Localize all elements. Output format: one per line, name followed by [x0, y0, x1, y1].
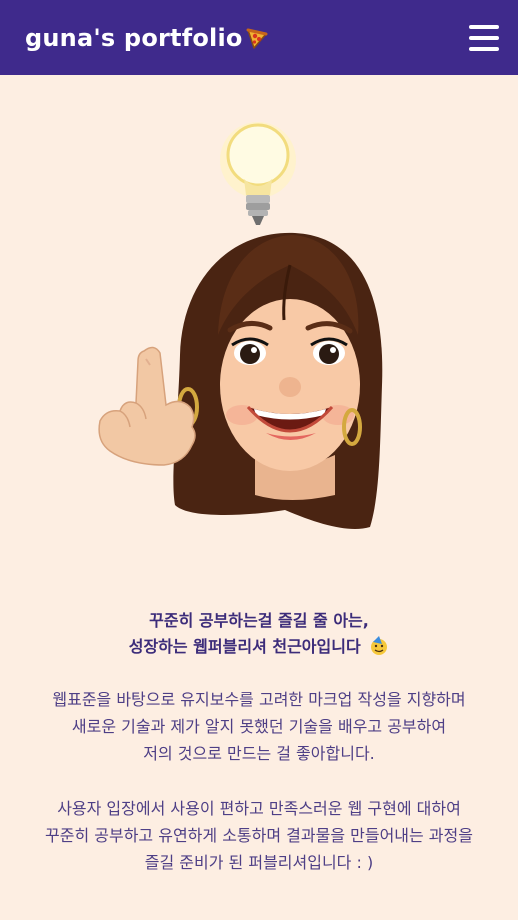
top-nav-bar: guna's portfolio — [0, 0, 518, 75]
intro-section: 꾸준히 공부하는걸 즐길 줄 아는, 성장하는 웹퍼블리셔 천근아입니다 웹표준… — [0, 608, 518, 876]
intro-paragraph-1: 웹표준을 바탕으로 유지보수를 고려한 마크업 작성을 지향하며 새로운 기술과… — [0, 686, 518, 767]
pizza-icon — [245, 26, 269, 50]
menu-line — [469, 46, 499, 51]
menu-line — [469, 35, 499, 40]
paragraph-1-line: 새로운 기술과 제가 알지 못했던 기술을 배우고 공부하여 — [71, 717, 447, 736]
paragraph-1-line: 웹표준을 바탕으로 유지보수를 고려한 마크업 작성을 지향하며 — [52, 690, 466, 709]
headline-line-2: 성장하는 웹퍼블리셔 천근아입니다 — [128, 637, 361, 656]
site-logo-link[interactable]: guna's portfolio — [25, 24, 269, 52]
paragraph-2-line: 꾸준히 공부하고 유연하게 소통하며 결과물을 만들어내는 과정을 — [45, 826, 473, 845]
memoji-avatar — [98, 232, 383, 530]
headline-line-1: 꾸준히 공부하는걸 즐길 줄 아는, — [149, 611, 369, 630]
face-with-party-hat-emoji — [369, 636, 389, 656]
paragraph-2-line: 즐길 준비가 된 퍼블리셔입니다 : ) — [144, 853, 374, 872]
lightbulb-icon — [220, 122, 296, 225]
site-title: guna's portfolio — [25, 23, 243, 52]
hamburger-menu-icon[interactable] — [469, 24, 499, 51]
menu-line — [469, 24, 499, 29]
intro-paragraph-2: 사용자 입장에서 사용이 편하고 만족스러운 웹 구현에 대하여 꾸준히 공부하… — [0, 795, 518, 876]
paragraph-1-line: 저의 것으로 만드는 걸 좋아합니다. — [143, 744, 375, 763]
paragraph-2-line: 사용자 입장에서 사용이 편하고 만족스러운 웹 구현에 대하여 — [57, 799, 461, 818]
intro-headline: 꾸준히 공부하는걸 즐길 줄 아는, 성장하는 웹퍼블리셔 천근아입니다 — [0, 608, 518, 660]
hero-avatar — [80, 115, 400, 540]
